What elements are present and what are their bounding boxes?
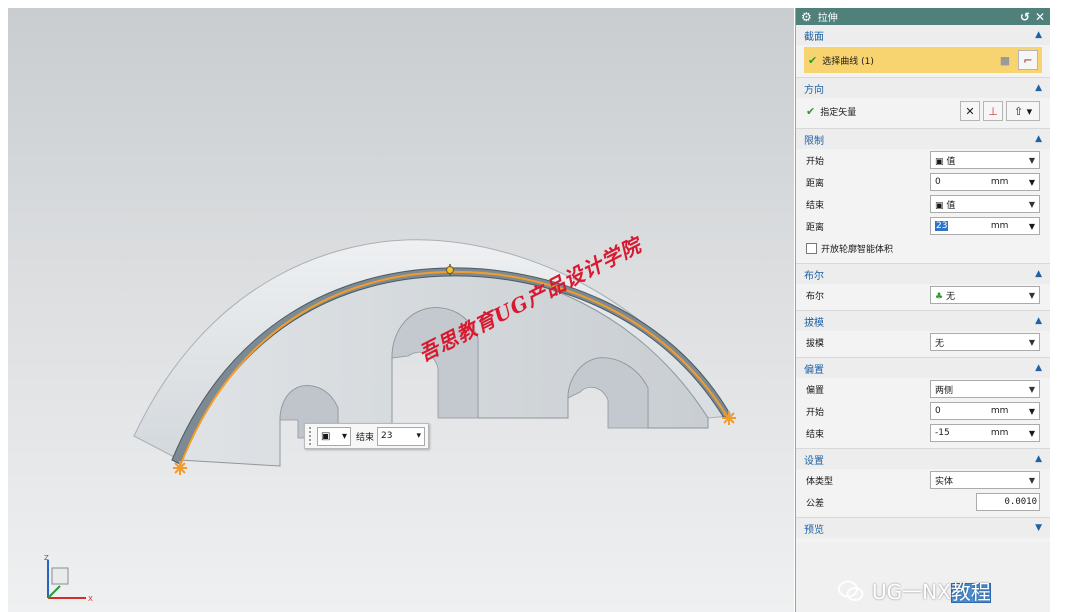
select-curve-label: 选择曲线 (1) <box>822 56 874 67</box>
draft-row: 拔模 无 ▼ <box>796 331 1050 353</box>
chevron-up-icon: ▲ <box>1035 454 1042 464</box>
section-panel: 截面 ▲ ✔ 选择曲线 (1) ■ ⌐ <box>796 25 1050 78</box>
section-header-offset[interactable]: 偏置 ▲ <box>796 358 1050 378</box>
chevron-down-icon: ▼ <box>1028 221 1035 231</box>
chevron-down-icon: ▼ <box>1035 523 1042 533</box>
section-header-section[interactable]: 截面 ▲ <box>796 25 1050 45</box>
axis-x-label: X <box>88 595 93 603</box>
section-header-draft[interactable]: 拔模 ▲ <box>796 311 1050 331</box>
chevron-down-icon: ▼ <box>1028 155 1035 165</box>
boolean-panel: 布尔 ▲ 布尔 ♣ 无 ▼ <box>796 264 1050 311</box>
preview-panel: 预览 ▼ <box>796 518 1050 542</box>
value-cube-icon: ▣ <box>935 156 947 167</box>
tolerance-row: 公差 0.0010 <box>796 491 1050 513</box>
boolean-row: 布尔 ♣ 无 ▼ <box>796 284 1050 306</box>
chevron-down-icon: ▼ <box>1028 177 1035 187</box>
body-type-dropdown[interactable]: 实体 ▼ <box>930 471 1040 489</box>
chevron-up-icon: ▲ <box>1035 134 1042 144</box>
open-profile-row[interactable]: 开放轮廓智能体积 <box>796 237 1050 259</box>
onscreen-end-input[interactable]: 23 ▾ <box>377 426 426 446</box>
chevron-down-icon: ▼ <box>1028 337 1035 347</box>
brand-watermark: UG一NX教程 <box>838 576 991 605</box>
toolbar-grip[interactable] <box>309 427 312 445</box>
start-distance-input[interactable]: 0 mm ▼ <box>930 173 1040 191</box>
value-cube-icon: ▣ <box>935 200 947 211</box>
chevron-up-icon: ▲ <box>1035 30 1042 40</box>
wechat-icon <box>838 580 864 601</box>
offset-end-row: 结束 -15 mm ▼ <box>796 422 1050 444</box>
chevron-down-icon: ▼ <box>1028 475 1035 485</box>
offset-start-row: 开始 0 mm ▼ <box>796 400 1050 422</box>
sketch-section-icon[interactable]: ⌐ <box>1018 50 1038 70</box>
limit-start-row: 开始 ▣ 值 ▼ <box>796 149 1050 171</box>
curve-end-marker <box>722 411 736 425</box>
reset-icon[interactable]: ↺ <box>1020 10 1030 24</box>
coordinate-triad: Z X <box>44 554 93 603</box>
open-profile-checkbox[interactable] <box>806 242 817 254</box>
end-distance-row: 距离 23 mm ▼ <box>796 215 1050 237</box>
draft-dropdown[interactable]: 无 ▼ <box>930 333 1040 351</box>
chevron-up-icon: ▲ <box>1035 363 1042 373</box>
limits-panel: 限制 ▲ 开始 ▣ 值 ▼ 距离 0 mm ▼ 结束 ▣ 值 ▼ 距离 23 m… <box>796 129 1050 264</box>
select-curve-row[interactable]: ✔ 选择曲线 (1) ■ ⌐ <box>804 47 1042 73</box>
model-scene[interactable] <box>8 8 794 612</box>
offset-type-dropdown[interactable]: 两侧 ▼ <box>930 380 1040 398</box>
chevron-down-icon: ▼ <box>1028 290 1035 300</box>
body-type-row: 体类型 实体 ▼ <box>796 469 1050 491</box>
axis-z-label: Z <box>44 554 49 562</box>
offset-start-input[interactable]: 0 mm ▼ <box>930 402 1040 420</box>
offset-end-input[interactable]: -15 mm ▼ <box>930 424 1040 442</box>
start-distance-row: 距离 0 mm ▼ <box>796 171 1050 193</box>
offset-panel: 偏置 ▲ 偏置 两侧 ▼ 开始 0 mm ▼ 结束 -15 mm ▼ <box>796 358 1050 449</box>
settings-panel: 设置 ▲ 体类型 实体 ▼ 公差 0.0010 <box>796 449 1050 518</box>
extrude-dialog: ⚙ 拉伸 ↺ ✕ 截面 ▲ ✔ 选择曲线 (1) ■ ⌐ 方向 ▲ ✔ 指定矢量… <box>795 8 1050 612</box>
end-distance-input[interactable]: 23 mm ▼ <box>930 217 1040 235</box>
section-header-settings[interactable]: 设置 ▲ <box>796 449 1050 469</box>
tolerance-input[interactable]: 0.0010 <box>976 493 1040 511</box>
chevron-down-icon: ▼ <box>1028 199 1035 209</box>
section-header-boolean[interactable]: 布尔 ▲ <box>796 264 1050 284</box>
check-icon: ✔ <box>806 104 816 118</box>
reverse-direction-icon[interactable]: ✕ <box>960 101 980 121</box>
check-icon: ✔ <box>808 53 818 67</box>
onscreen-end-label: 结束 <box>356 432 375 443</box>
close-icon[interactable]: ✕ <box>1035 10 1045 24</box>
end-type-dropdown[interactable]: ▣ 值 ▼ <box>930 195 1040 213</box>
section-header-preview[interactable]: 预览 ▼ <box>796 518 1050 538</box>
chevron-down-icon: ▾ <box>416 431 422 441</box>
brand-text: UG一NX教程 <box>872 580 991 604</box>
section-builder-icon[interactable]: ■ <box>995 50 1015 70</box>
direction-panel: 方向 ▲ ✔ 指定矢量 ✕ ⊥ ⇧ ▾ <box>796 78 1050 129</box>
specify-vector-row[interactable]: ✔ 指定矢量 ✕ ⊥ ⇧ ▾ <box>796 98 1050 124</box>
chevron-up-icon: ▲ <box>1035 316 1042 326</box>
boolean-dropdown[interactable]: ♣ 无 ▼ <box>930 286 1040 304</box>
start-type-dropdown[interactable]: ▣ 值 ▼ <box>930 151 1040 169</box>
limit-end-row: 结束 ▣ 值 ▼ <box>796 193 1050 215</box>
specify-vector-label: 指定矢量 <box>820 107 857 118</box>
chevron-up-icon: ▲ <box>1035 83 1042 93</box>
vector-dialog-icon[interactable]: ⊥ <box>983 101 1003 121</box>
section-header-direction[interactable]: 方向 ▲ <box>796 78 1050 98</box>
value-cube-icon: ▣ <box>321 430 331 442</box>
chevron-down-icon: ▼ <box>1028 384 1035 394</box>
draft-panel: 拔模 ▲ 拔模 无 ▼ <box>796 311 1050 358</box>
dialog-titlebar[interactable]: ⚙ 拉伸 ↺ ✕ <box>796 8 1050 25</box>
onscreen-input-toolbar: ▣ ▾ 结束 23 ▾ <box>304 423 429 449</box>
limit-type-dropdown[interactable]: ▣ ▾ <box>317 426 351 446</box>
curve-start-marker <box>173 461 187 475</box>
dialog-title: 拉伸 <box>817 13 838 24</box>
chevron-up-icon: ▲ <box>1035 269 1042 279</box>
section-header-limits[interactable]: 限制 ▲ <box>796 129 1050 149</box>
boolean-none-icon: ♣ <box>935 291 946 302</box>
offset-type-row: 偏置 两侧 ▼ <box>796 378 1050 400</box>
graphics-viewport[interactable]: 吾思教育UG产品设计学院 ▣ ▾ 结束 23 ▾ Z X <box>8 8 794 612</box>
chevron-down-icon: ▾ <box>341 430 347 442</box>
chevron-down-icon: ▼ <box>1028 406 1035 416</box>
gear-icon: ⚙ <box>801 9 812 24</box>
chevron-down-icon: ▼ <box>1028 428 1035 438</box>
vector-type-dropdown[interactable]: ⇧ ▾ <box>1006 101 1040 121</box>
